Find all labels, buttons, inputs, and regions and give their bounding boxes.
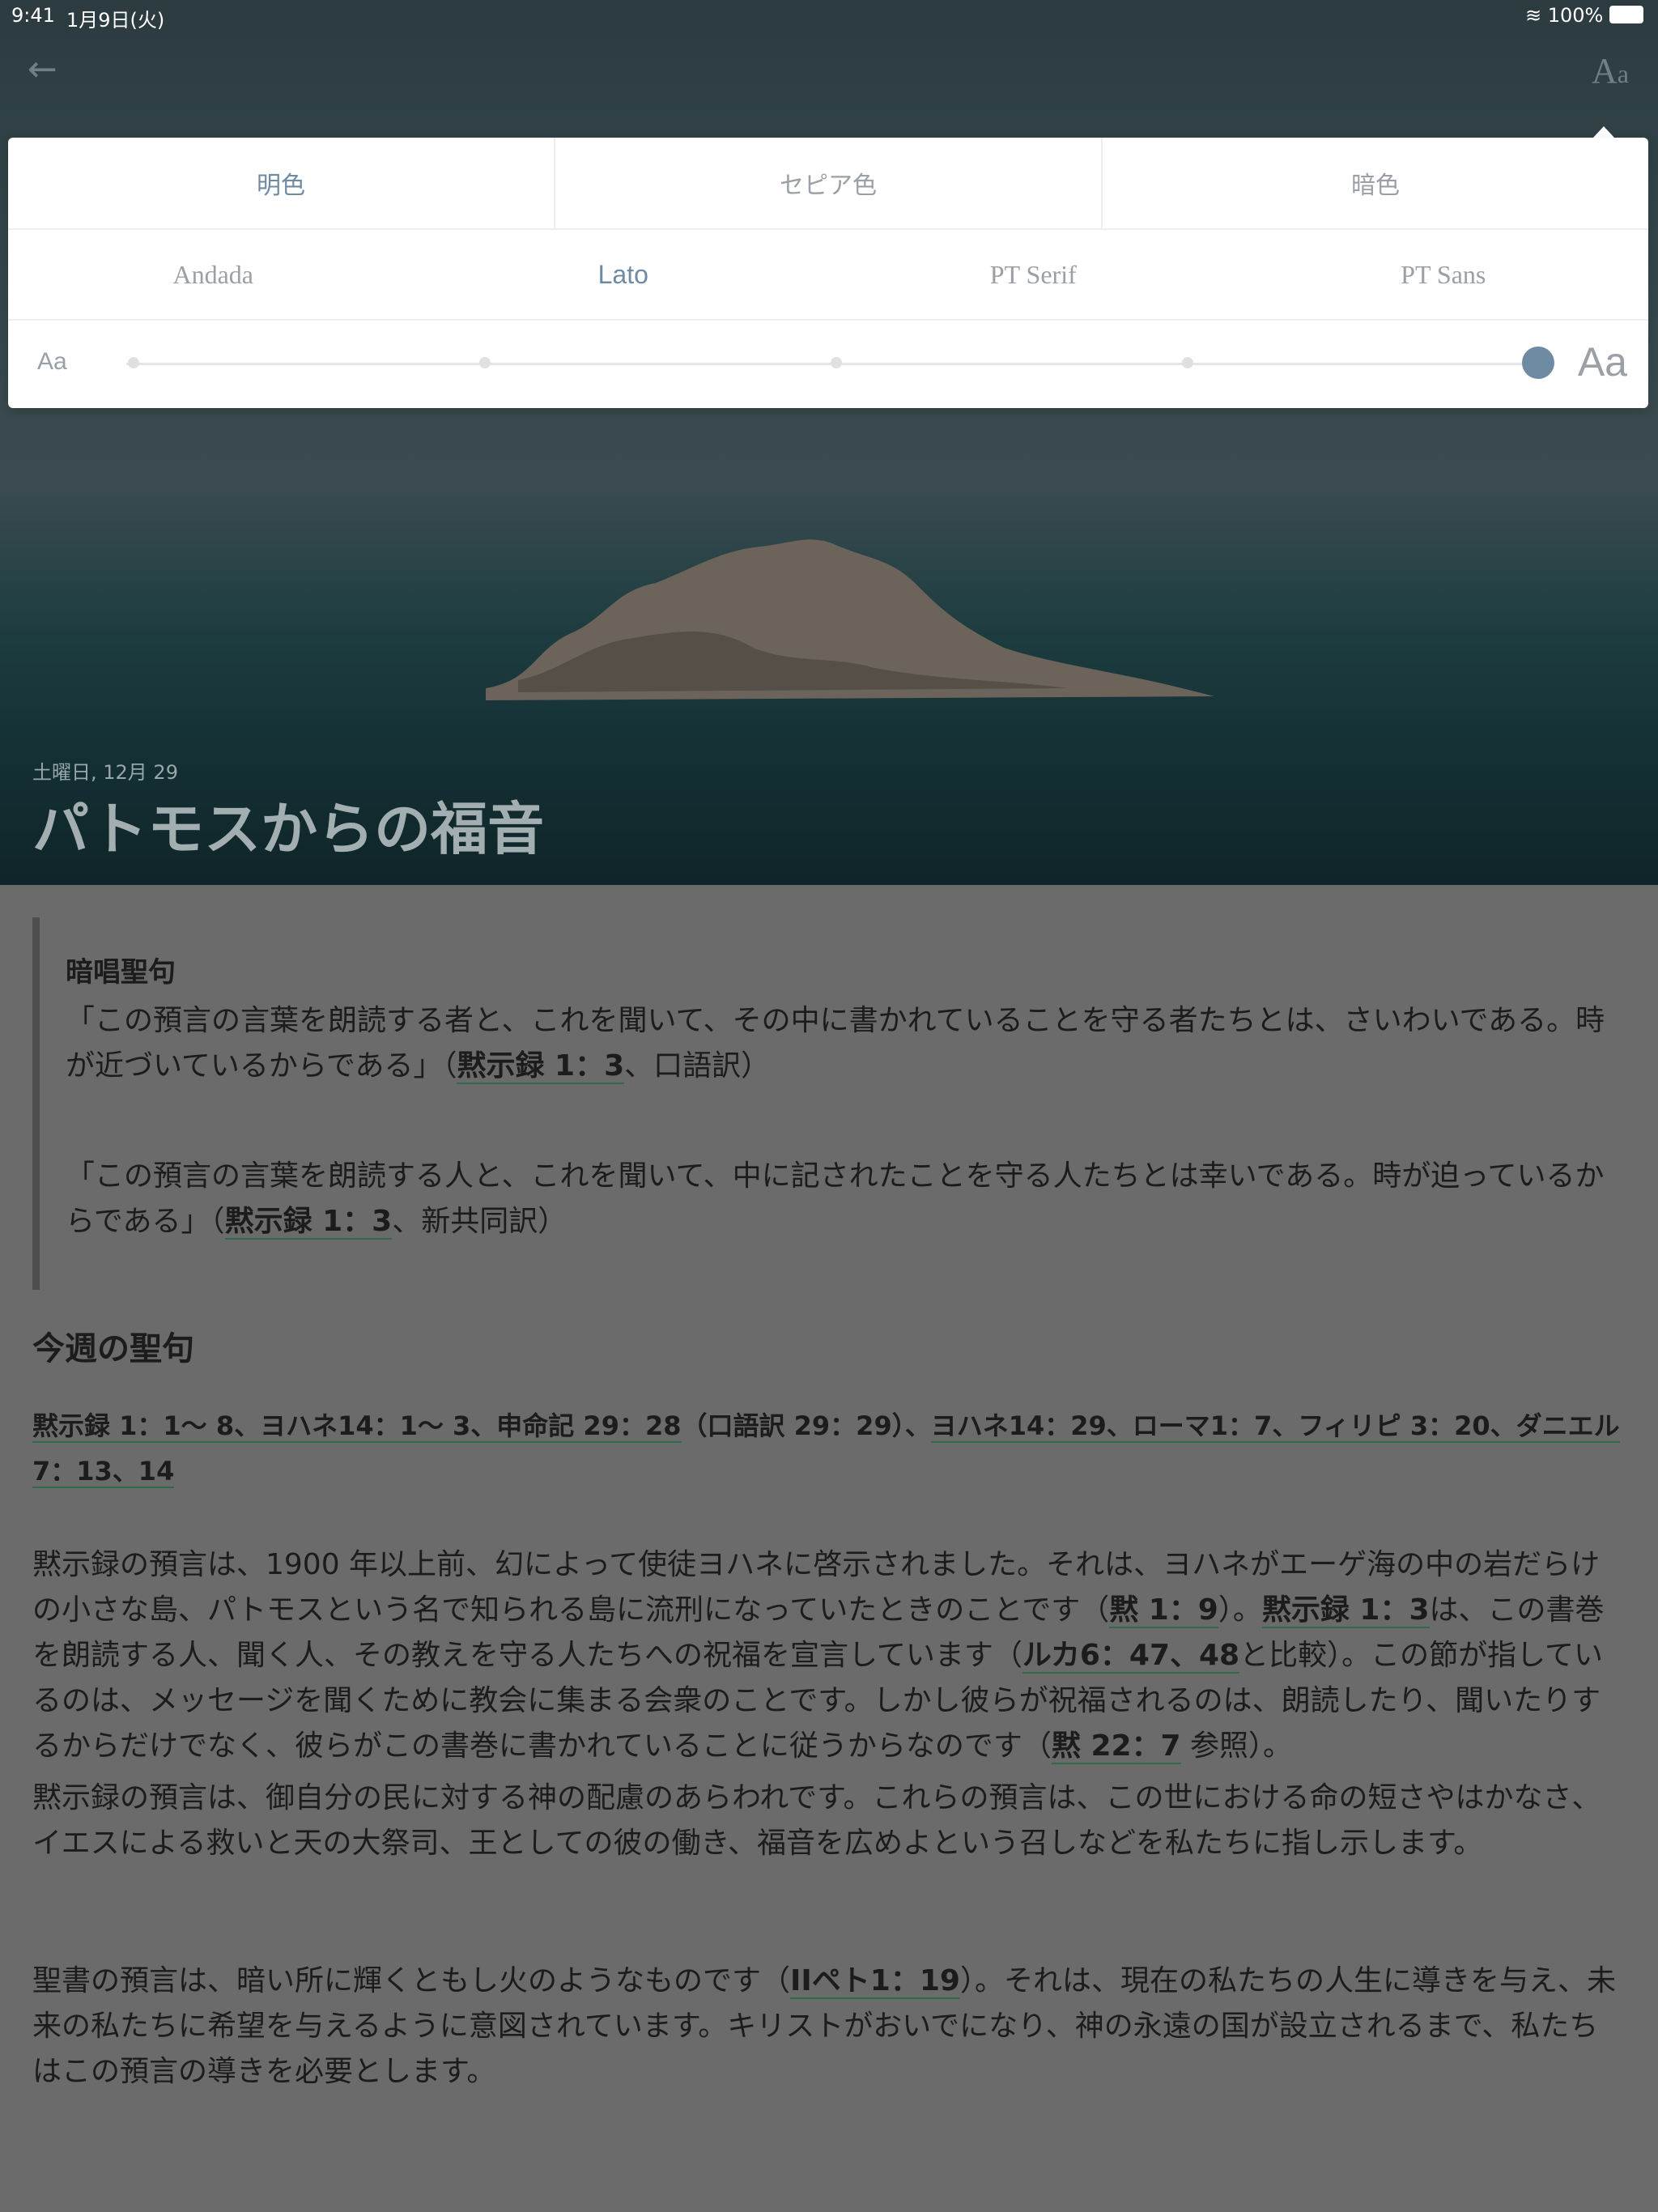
body-paragraph: 聖書の預言は、暗い所に輝くともし火のようなものです（IIペト1：19）。それは、… [32, 1964, 1616, 2088]
status-right: ≋ 100% [1525, 4, 1643, 27]
verse-link[interactable]: 黙 1：9 [1109, 1593, 1218, 1628]
lesson-date: 土曜日, 12月 29 [32, 761, 178, 784]
wifi-icon: ≋ [1524, 4, 1542, 27]
hero-image [0, 0, 1658, 885]
verse-link[interactable]: ルカ6：47、48 [1022, 1639, 1240, 1674]
verse-link[interactable]: 黙示録 1：1〜 8、ヨハネ14：1〜 3、申命記 29：28 [32, 1410, 682, 1443]
font-size-tick[interactable] [831, 357, 842, 368]
verse-link[interactable]: 黙示録 1：3 [224, 1205, 393, 1240]
verse-link[interactable]: 黙示録 1：3 [457, 1049, 625, 1084]
arrow-left-icon: ← [28, 49, 57, 90]
theme-light[interactable]: 明色 [8, 138, 555, 228]
reading-settings-popover: 明色 セピア色 暗色 Andada Lato PT Serif PT Sans … [8, 138, 1648, 408]
status-bar: 9:41 1月9日(火) ≋ 100% [0, 0, 1658, 32]
island-illustration [486, 539, 1214, 700]
font-size-large-label: Aa [1577, 339, 1627, 385]
font-size-tick[interactable] [128, 357, 139, 368]
font-size-slider-track[interactable] [126, 363, 1530, 365]
font-settings-button[interactable]: Aa [1592, 50, 1629, 91]
theme-sepia[interactable]: セピア色 [555, 138, 1103, 228]
weekly-verses-title: 今週の聖句 [32, 1330, 194, 1368]
verse-link[interactable]: IIペト1：19 [790, 1964, 960, 1999]
font-size-slider-thumb[interactable] [1522, 347, 1554, 379]
font-size-tick[interactable] [479, 357, 491, 368]
back-button[interactable]: ← [28, 52, 63, 87]
memory-verse-title: 暗唱聖句 [66, 956, 176, 989]
font-lato[interactable]: Lato [419, 230, 829, 319]
lesson-title: パトモスからの福音 [32, 796, 545, 862]
lesson-content: 暗唱聖句 「この預言の言葉を朗読する者と、これを聞いて、その中に書かれていること… [0, 885, 1658, 2212]
body-paragraph: 黙示録の預言は、1900 年以上前、幻によって使徒ヨハネに啓示されました。それは… [32, 1548, 1605, 1764]
status-date: 1月9日(火) [66, 9, 165, 32]
memory-verse-text: 「この預言の言葉を朗読する者と、これを聞いて、その中に書かれていることを守る者た… [66, 1004, 1605, 1084]
verse-link[interactable]: 黙 22：7 [1051, 1729, 1181, 1764]
font-pt-sans[interactable]: PT Sans [1239, 230, 1649, 319]
theme-dark[interactable]: 暗色 [1103, 138, 1648, 228]
weekly-verses-list: 黙示録 1：1〜 8、ヨハネ14：1〜 3、申命記 29：28（口語訳 29：2… [32, 1410, 1620, 1488]
font-size-tick[interactable] [1182, 357, 1193, 368]
memory-verse-block: 暗唱聖句 「この預言の言葉を朗読する者と、これを聞いて、その中に書かれていること… [32, 917, 1631, 1290]
status-time: 9:41 [11, 4, 55, 27]
battery-percent: 100% [1547, 4, 1604, 27]
font-size-slider-row: Aa Aa [8, 321, 1648, 408]
font-size-small-label: Aa [37, 348, 67, 375]
font-size-icon: Aa [1592, 51, 1629, 91]
memory-verse-text: 「この預言の言葉を朗読する人と、これを聞いて、中に記されたことを守る人たちとは幸… [66, 1159, 1605, 1240]
verse-link[interactable]: 黙示録 1：3 [1261, 1593, 1430, 1628]
body-paragraph: 黙示録の預言は、御自分の民に対する神の配慮のあらわれです。これらの預言は、この世… [32, 1781, 1601, 1860]
font-andada[interactable]: Andada [8, 230, 419, 319]
battery-icon [1609, 6, 1643, 23]
font-pt-serif[interactable]: PT Serif [828, 230, 1239, 319]
theme-selector: 明色 セピア色 暗色 [8, 138, 1648, 230]
popover-arrow [1592, 126, 1615, 138]
font-selector: Andada Lato PT Serif PT Sans [8, 230, 1648, 321]
